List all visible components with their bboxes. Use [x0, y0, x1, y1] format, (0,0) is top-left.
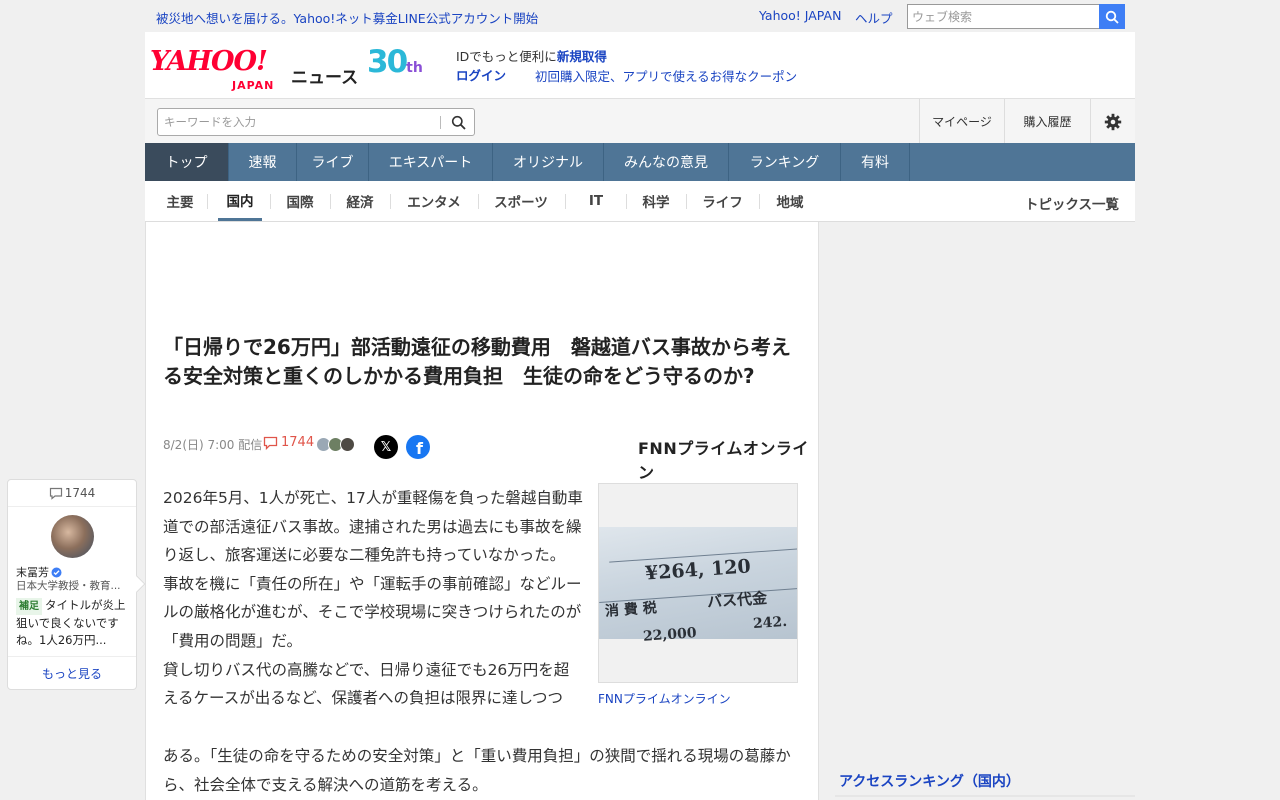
- source-logo-link[interactable]: FNNプライムオンライン: [638, 435, 818, 483]
- article: 「日帰りで26万円」部活動遠征の移動費用 磐越道バス事故から考える安全対策と重く…: [145, 222, 819, 800]
- gear-icon: [1104, 113, 1122, 130]
- search-icon: [451, 115, 466, 130]
- search-row: マイページ 購入履歴: [145, 98, 1135, 144]
- nav-ranking[interactable]: ランキング: [729, 143, 841, 181]
- receipt-image: ¥264, 120 消 費 税 バス代金 242. 22,000: [599, 527, 797, 645]
- paragraph: 2026年5月、1人が死亡、17人が重軽傷を負った磐越自動車道での部活遠征バス事…: [163, 489, 583, 565]
- avatar[interactable]: [51, 515, 94, 558]
- promo-link[interactable]: 被災地へ想いを届ける。Yahoo!ネット募金LINE公式アカウント開始: [156, 8, 538, 27]
- share-facebook-button[interactable]: f: [406, 435, 430, 459]
- comment-icon: [49, 487, 62, 500]
- article-meta: 8/2(日) 7:00 配信: [163, 436, 262, 453]
- comment-icon: [263, 436, 278, 450]
- subnav-entertainment[interactable]: エンタメ: [399, 181, 469, 221]
- supplement-tag: 補足: [16, 598, 42, 615]
- divider: [565, 194, 566, 209]
- keyword-search-input[interactable]: [158, 109, 440, 135]
- logo-yahoo: YAHOO!: [150, 46, 268, 77]
- facebook-logo-icon: f: [416, 439, 423, 458]
- main-nav: トップ 速報 ライブ エキスパート オリジナル みんなの意見 ランキング 有料: [145, 143, 1135, 181]
- divider: [686, 194, 687, 209]
- divider: [626, 194, 627, 209]
- purchase-history-link[interactable]: 購入履歴: [1004, 99, 1090, 144]
- article-body: 2026年5月、1人が死亡、17人が重軽傷を負った磐越自動車道での部活遠征バス事…: [163, 484, 583, 713]
- mypage-link[interactable]: マイページ: [919, 99, 1004, 144]
- nav-live[interactable]: ライブ: [297, 143, 369, 181]
- topics-list-link[interactable]: トピックス一覧: [1025, 193, 1119, 213]
- divider: [330, 194, 331, 209]
- site-header: YAHOO! JAPAN ニュース 30th IDでもっと便利に新規取得 ログイ…: [145, 32, 1135, 98]
- nav-expert[interactable]: エキスパート: [369, 143, 493, 181]
- subnav-domestic[interactable]: 国内: [218, 181, 262, 221]
- divider: [478, 194, 479, 209]
- paragraph: 貸し切りバス代の高騰などで、日帰り遠征でも26万円を超えるケースが出るなど、保護…: [163, 660, 570, 708]
- divider: [759, 194, 760, 209]
- floating-comment-card[interactable]: 1744 末冨芳 日本大学教授・教育... 補足 タイトルが炎上狙いで良くないです…: [7, 479, 146, 690]
- nav-paid[interactable]: 有料: [841, 143, 910, 181]
- comment-count: 1744: [281, 435, 315, 450]
- sub-nav: 主要 国内 国際 経済 エンタメ スポーツ IT 科学 ライフ 地域 トピックス…: [145, 181, 1135, 222]
- access-ranking-title[interactable]: アクセスランキング（国内）: [839, 771, 1020, 791]
- comment-card-count[interactable]: 1744: [8, 480, 136, 507]
- register-link[interactable]: 新規取得: [557, 49, 607, 64]
- nav-breaking[interactable]: 速報: [229, 143, 297, 181]
- divider: [835, 795, 1135, 797]
- login-link[interactable]: ログイン: [456, 68, 506, 83]
- web-search-button[interactable]: [1099, 4, 1125, 29]
- avatar: [340, 437, 355, 452]
- settings-button[interactable]: [1090, 99, 1135, 144]
- photo-amount: ¥264, 120: [644, 555, 752, 585]
- commenter-avatars: [316, 437, 355, 452]
- subnav-sports[interactable]: スポーツ: [487, 181, 555, 221]
- comment-count-link[interactable]: 1744: [263, 435, 314, 450]
- top-bar: 被災地へ想いを届ける。Yahoo!ネット募金LINE公式アカウント開始 Yaho…: [0, 0, 1280, 32]
- delivered-label: 配信: [238, 438, 263, 452]
- comment-text[interactable]: 補足 タイトルが炎上狙いで良くないですね。1人26万円...: [16, 597, 132, 649]
- search-icon: [1105, 10, 1119, 24]
- nav-original[interactable]: オリジナル: [493, 143, 604, 181]
- photo-num2: 22,000: [642, 625, 698, 645]
- divider: [390, 194, 391, 209]
- web-search-input[interactable]: [907, 4, 1100, 29]
- see-more-link[interactable]: もっと見る: [8, 656, 136, 689]
- subnav-science[interactable]: 科学: [635, 181, 677, 221]
- nav-top[interactable]: トップ: [145, 143, 229, 181]
- share-x-button[interactable]: 𝕏: [374, 435, 398, 459]
- paragraph: 事故を機に「責任の所在」や「運転手の事前確認」などルールの厳格化が進むが、そこで…: [163, 574, 582, 650]
- subnav-life[interactable]: ライフ: [695, 181, 750, 221]
- subnav-economy[interactable]: 経済: [339, 181, 381, 221]
- photo-bus-fee: バス代金: [706, 588, 768, 612]
- right-column: アクセスランキング（国内）: [819, 222, 1135, 800]
- yahoo-japan-link[interactable]: Yahoo! JAPAN: [759, 8, 841, 23]
- photo-num1: 242.: [752, 613, 788, 633]
- article-photo[interactable]: ¥264, 120 消 費 税 バス代金 242. 22,000: [598, 483, 798, 683]
- logo-japan: JAPAN: [232, 79, 275, 92]
- keyword-search-box: [157, 108, 475, 136]
- logo-news: ニュース: [291, 68, 359, 88]
- article-title: 「日帰りで26万円」部活動遠征の移動費用 磐越道バス事故から考える安全対策と重く…: [163, 335, 791, 388]
- yahoo-news-logo[interactable]: YAHOO! JAPAN ニュース: [150, 46, 358, 92]
- divider: [270, 194, 271, 209]
- id-text: IDでもっと便利に: [456, 49, 557, 64]
- subnav-international[interactable]: 国際: [279, 181, 321, 221]
- nav-opinions[interactable]: みんなの意見: [604, 143, 729, 181]
- divider: [440, 116, 441, 129]
- subnav-local[interactable]: 地域: [768, 181, 812, 221]
- coupon-link[interactable]: 初回購入限定、アプリで使えるお得なクーポン: [535, 66, 797, 85]
- 30th-anniversary-badge[interactable]: 30th: [367, 44, 423, 80]
- publish-date: 8/2(日) 7:00: [163, 438, 235, 452]
- paragraph-wide: ある。「生徒の命を守るための安全対策」と「重い費用負担」の狭間で揺れる現場の葛藤…: [163, 747, 791, 794]
- photo-tax: 消 費 税: [604, 600, 658, 620]
- divider: [207, 194, 208, 209]
- photo-caption-link[interactable]: FNNプライムオンライン: [598, 690, 731, 707]
- subnav-main[interactable]: 主要: [161, 181, 199, 221]
- subnav-it[interactable]: IT: [575, 181, 617, 221]
- x-logo-icon: 𝕏: [380, 439, 392, 455]
- help-link[interactable]: ヘルプ: [855, 8, 893, 27]
- keyword-search-button[interactable]: [446, 112, 470, 132]
- verified-icon: [51, 567, 62, 577]
- commenter-role: 日本大学教授・教育...: [16, 580, 121, 592]
